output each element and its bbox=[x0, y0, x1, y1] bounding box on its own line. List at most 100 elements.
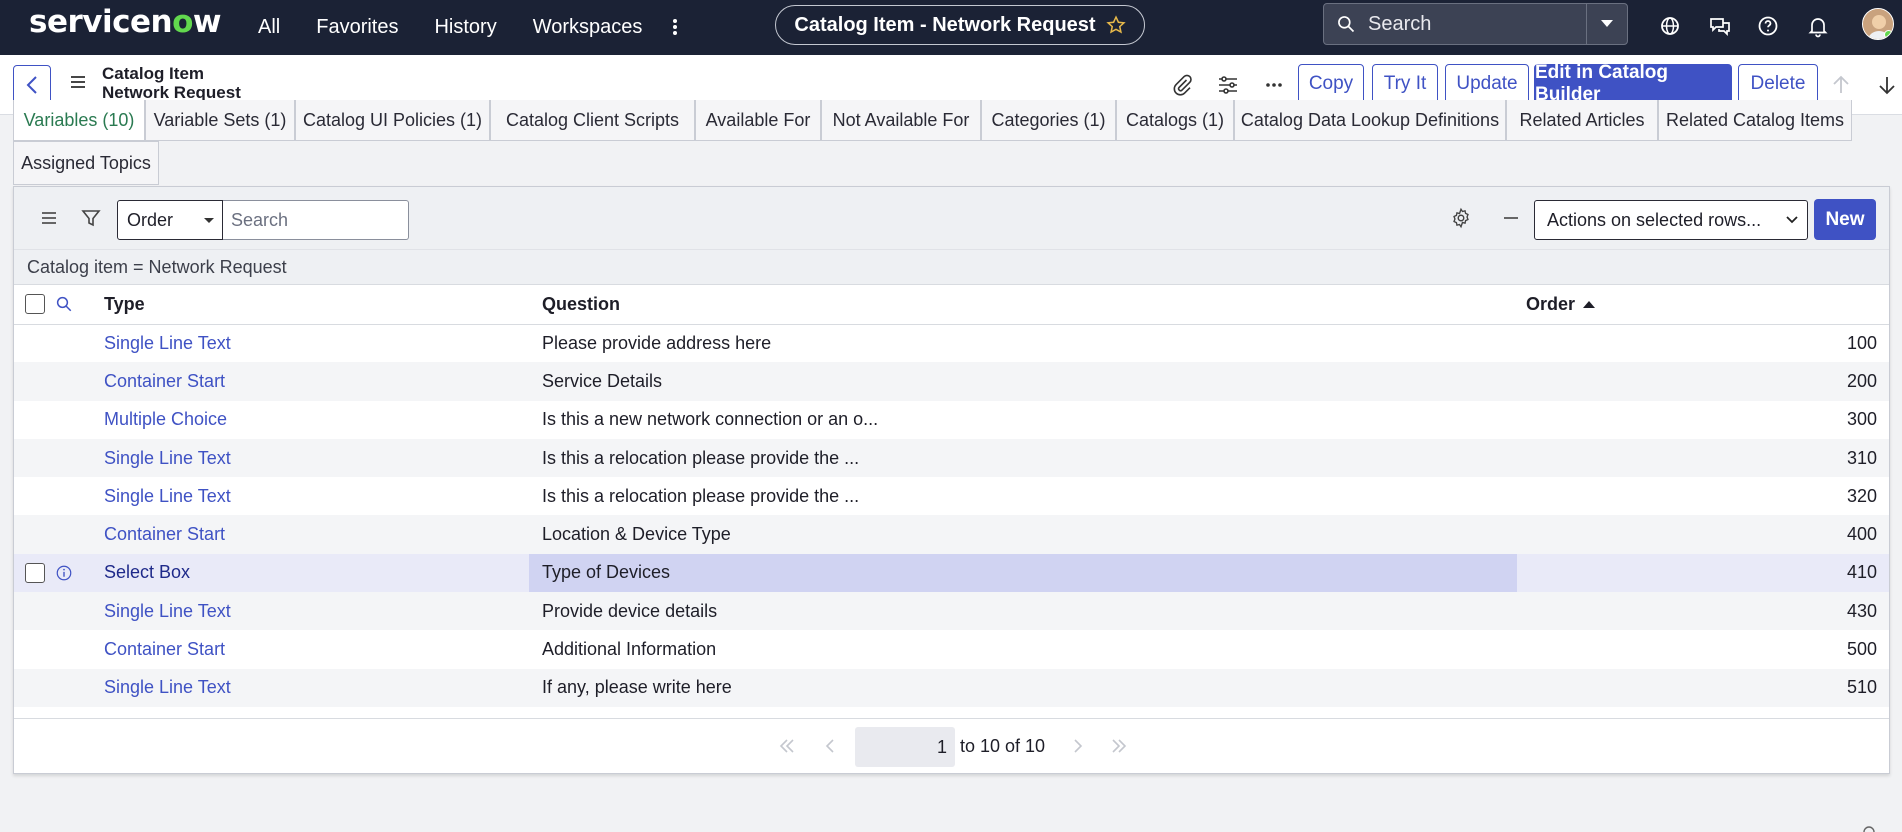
table-row-hovered: Select Box Type of Devices 410 bbox=[14, 553, 1889, 593]
global-search-input[interactable]: Search bbox=[1368, 13, 1431, 36]
type-link[interactable]: Multiple Choice bbox=[104, 409, 227, 429]
online-status-dot bbox=[1884, 30, 1893, 39]
help-icon[interactable] bbox=[1756, 14, 1780, 38]
favorite-star-icon[interactable] bbox=[1105, 15, 1126, 35]
nav-all[interactable]: All bbox=[258, 16, 280, 39]
more-options-icon[interactable] bbox=[1262, 73, 1286, 97]
delete-button[interactable]: Delete bbox=[1738, 64, 1818, 104]
chat-icon[interactable] bbox=[1708, 14, 1732, 38]
back-button[interactable] bbox=[13, 65, 51, 105]
type-link[interactable]: Container Start bbox=[104, 371, 225, 391]
tab-variable-sets[interactable]: Variable Sets (1) bbox=[145, 100, 295, 141]
question-cell: Please provide address here bbox=[542, 332, 772, 353]
table-row: Single Line Text Provide device details … bbox=[14, 592, 1889, 631]
column-header-question[interactable]: Question bbox=[529, 285, 1517, 325]
nav-favorites[interactable]: Favorites bbox=[316, 16, 398, 39]
tab-catalog-client-scripts[interactable]: Catalog Client Scripts bbox=[490, 100, 695, 141]
list-toolbar: Order Search Actions on selected rows...… bbox=[14, 187, 1889, 249]
list-settings-gear-icon[interactable] bbox=[1450, 207, 1472, 229]
select-all-checkbox[interactable] bbox=[25, 294, 45, 315]
more-menu-icon[interactable] bbox=[668, 13, 682, 41]
tab-related-articles[interactable]: Related Articles bbox=[1506, 100, 1658, 141]
tab-catalogs[interactable]: Catalogs (1) bbox=[1116, 100, 1234, 141]
question-cell: Service Details bbox=[529, 362, 1517, 401]
context-title: Catalog Item - Network Request bbox=[794, 13, 1096, 36]
order-cell: 410 bbox=[1517, 553, 1889, 593]
type-link[interactable]: Single Line Text bbox=[104, 448, 231, 468]
previous-record-arrow-icon[interactable] bbox=[1830, 73, 1852, 97]
logo-text-o: o bbox=[172, 4, 193, 40]
tab-assigned-topics[interactable]: Assigned Topics bbox=[13, 141, 159, 185]
form-context-menu-icon[interactable] bbox=[70, 75, 86, 89]
actions-on-selected-rows-select[interactable]: Actions on selected rows... bbox=[1534, 200, 1808, 240]
collapse-list-icon[interactable] bbox=[1500, 207, 1522, 229]
edit-in-catalog-builder-button[interactable]: Edit in Catalog Builder bbox=[1534, 62, 1732, 105]
table-row: Container Start Location & Device Type 4… bbox=[14, 515, 1889, 554]
search-field-select[interactable]: Order bbox=[117, 200, 223, 240]
new-button[interactable]: New bbox=[1814, 199, 1876, 240]
personalize-form-icon[interactable] bbox=[1216, 73, 1240, 97]
order-cell: 300 bbox=[1846, 409, 1877, 430]
chevron-down-icon bbox=[1601, 20, 1613, 27]
globe-icon[interactable] bbox=[1658, 14, 1682, 38]
global-search[interactable]: Search bbox=[1323, 3, 1628, 45]
table-row: Single Line Text Please provide address … bbox=[14, 324, 1889, 362]
type-link[interactable]: Select Box bbox=[104, 562, 190, 582]
row-select-checkbox[interactable] bbox=[25, 562, 45, 583]
list-search-input[interactable]: Search bbox=[223, 200, 409, 240]
variables-table: Type Question Order Single Line Text Ple… bbox=[14, 285, 1889, 707]
search-scope-dropdown[interactable] bbox=[1586, 4, 1627, 44]
current-page-input[interactable]: 1 bbox=[855, 727, 955, 767]
user-avatar[interactable] bbox=[1862, 8, 1894, 40]
column-search-icon[interactable] bbox=[55, 295, 104, 313]
type-link[interactable]: Container Start bbox=[104, 639, 225, 659]
order-cell: 430 bbox=[1517, 592, 1889, 631]
update-button[interactable]: Update bbox=[1445, 64, 1529, 104]
first-page-icon[interactable] bbox=[777, 736, 797, 756]
next-page-icon[interactable] bbox=[1068, 736, 1088, 756]
tab-available-for[interactable]: Available For bbox=[695, 100, 821, 141]
settings-partial-icon bbox=[1860, 822, 1878, 832]
tab-not-available-for[interactable]: Not Available For bbox=[821, 100, 981, 141]
column-header-order[interactable]: Order bbox=[1517, 285, 1889, 325]
nav-workspaces[interactable]: Workspaces bbox=[533, 16, 643, 39]
select-all-cell bbox=[14, 285, 55, 325]
copy-button[interactable]: Copy bbox=[1298, 64, 1364, 104]
next-record-arrow-icon[interactable] bbox=[1876, 73, 1898, 97]
logo-text-end: w bbox=[192, 4, 222, 40]
sort-ascending-icon bbox=[1583, 300, 1596, 308]
attachment-icon[interactable] bbox=[1170, 73, 1194, 97]
type-link[interactable]: Single Line Text bbox=[104, 601, 231, 621]
question-cell: Location & Device Type bbox=[529, 515, 1517, 554]
servicenow-logo[interactable]: servicenow bbox=[29, 4, 222, 40]
notifications-bell-icon[interactable] bbox=[1806, 14, 1830, 38]
order-cell: 510 bbox=[1517, 668, 1889, 707]
type-link[interactable]: Single Line Text bbox=[104, 486, 231, 506]
question-cell: Provide device details bbox=[529, 592, 1517, 631]
filter-breadcrumb[interactable]: Catalog item = Network Request bbox=[14, 249, 1889, 285]
previous-page-icon[interactable] bbox=[820, 736, 840, 756]
table-row: Container Start Additional Information 5… bbox=[14, 630, 1889, 668]
logo-text: servicen bbox=[29, 4, 173, 40]
type-link[interactable]: Container Start bbox=[104, 524, 225, 544]
preview-record-info-icon[interactable] bbox=[55, 564, 104, 582]
tab-related-catalog-items[interactable]: Related Catalog Items bbox=[1658, 100, 1852, 141]
column-header-type[interactable]: Type bbox=[104, 285, 529, 325]
question-cell: Type of Devices bbox=[529, 553, 1517, 593]
caret-down-icon bbox=[204, 218, 214, 223]
tab-variables[interactable]: Variables (10) bbox=[13, 100, 145, 141]
type-link[interactable]: Single Line Text bbox=[104, 333, 231, 353]
type-link[interactable]: Single Line Text bbox=[104, 677, 231, 697]
tab-catalog-data-lookup-definitions[interactable]: Catalog Data Lookup Definitions bbox=[1234, 100, 1506, 141]
column-search-cell bbox=[55, 285, 104, 325]
nav-history[interactable]: History bbox=[434, 16, 496, 39]
tab-categories[interactable]: Categories (1) bbox=[981, 100, 1116, 141]
try-it-button[interactable]: Try It bbox=[1372, 64, 1438, 104]
pagination-bar: 1 to 10 of 10 bbox=[14, 718, 1889, 774]
chevron-left-icon bbox=[26, 76, 37, 94]
last-page-icon[interactable] bbox=[1109, 736, 1129, 756]
context-title-pill[interactable]: Catalog Item - Network Request bbox=[775, 5, 1145, 45]
tab-catalog-ui-policies[interactable]: Catalog UI Policies (1) bbox=[295, 100, 490, 141]
list-context-menu-icon[interactable] bbox=[38, 207, 60, 229]
filter-icon[interactable] bbox=[80, 207, 102, 229]
